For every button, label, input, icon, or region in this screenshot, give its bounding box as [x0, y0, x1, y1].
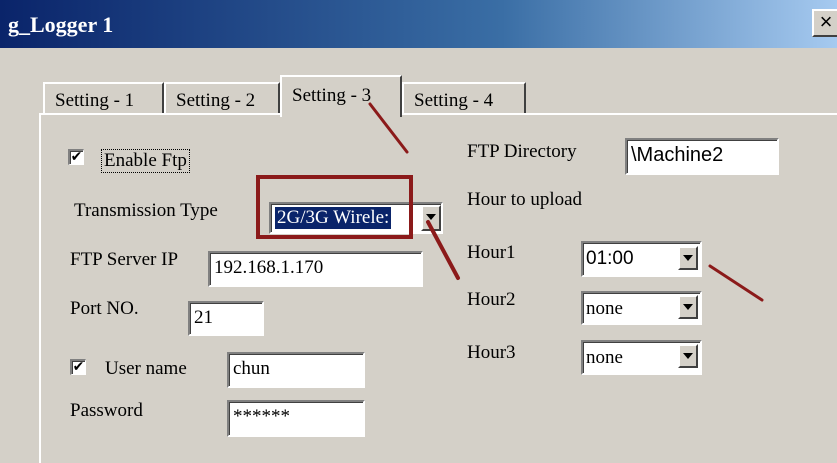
username-input[interactable]: chun	[227, 352, 365, 388]
ftp-server-ip-input[interactable]: 192.168.1.170	[208, 251, 423, 287]
enable-ftp-label[interactable]: Enable Ftp	[101, 149, 190, 173]
hour1-value: 01:00	[586, 248, 634, 269]
ftp-directory-label: FTP Directory	[467, 141, 577, 162]
port-value: 21	[194, 307, 213, 328]
port-label: Port NO.	[70, 298, 139, 319]
tab-setting-2[interactable]: Setting - 2	[164, 82, 280, 115]
hour1-dropdown-button[interactable]	[678, 246, 698, 270]
hour1-select[interactable]: 01:00	[581, 241, 702, 277]
check-icon: ✔	[72, 359, 85, 375]
transmission-type-dropdown-button[interactable]	[421, 205, 441, 231]
enable-ftp-checkbox[interactable]: ✔	[68, 149, 84, 165]
ftp-server-ip-value: 192.168.1.170	[214, 257, 324, 278]
password-input[interactable]: ******	[227, 400, 365, 437]
tab-setting-1[interactable]: Setting - 1	[43, 82, 164, 115]
tab-setting-3[interactable]: Setting - 3	[280, 75, 402, 117]
chevron-down-icon	[683, 353, 693, 359]
hour2-value: none	[586, 298, 623, 319]
close-button[interactable]: ×	[812, 9, 837, 37]
hour3-label: Hour3	[467, 342, 516, 363]
username-value: chun	[233, 358, 270, 379]
tab-label: Setting - 4	[414, 90, 494, 111]
hour2-select[interactable]: none	[581, 291, 702, 325]
username-checkbox[interactable]: ✔	[70, 359, 86, 375]
tab-label: Setting - 3	[292, 85, 372, 106]
ftp-directory-input[interactable]: \Machine2	[625, 138, 779, 175]
close-icon: ×	[819, 9, 833, 34]
hour1-label: Hour1	[467, 242, 516, 263]
password-value: ******	[233, 406, 290, 427]
ftp-server-ip-label: FTP Server IP	[70, 249, 179, 270]
transmission-type-label: Transmission Type	[74, 200, 218, 221]
window-title: g_Logger 1	[8, 12, 114, 37]
chevron-down-icon	[683, 304, 693, 310]
chevron-down-icon	[683, 255, 693, 261]
hour3-value: none	[586, 347, 623, 368]
check-icon: ✔	[70, 149, 83, 165]
highlight-box	[256, 175, 413, 239]
hour-to-upload-label: Hour to upload	[467, 189, 583, 210]
ftp-directory-value: \Machine2	[631, 144, 724, 166]
hour3-select[interactable]: none	[581, 340, 702, 375]
tab-setting-4[interactable]: Setting - 4	[402, 82, 526, 115]
hour2-label: Hour2	[467, 289, 516, 310]
password-label: Password	[70, 400, 143, 421]
tab-label: Setting - 1	[55, 90, 135, 111]
username-label: User name	[105, 358, 187, 379]
settings-panel: ✔ Enable Ftp Transmission Type 2G/3G Wir…	[39, 113, 837, 463]
chevron-down-icon	[426, 214, 436, 220]
title-bar: g_Logger 1 ×	[0, 0, 837, 48]
tab-label: Setting - 2	[176, 90, 256, 111]
hour3-dropdown-button[interactable]	[678, 344, 698, 368]
hour2-dropdown-button[interactable]	[678, 295, 698, 319]
port-input[interactable]: 21	[188, 301, 264, 336]
